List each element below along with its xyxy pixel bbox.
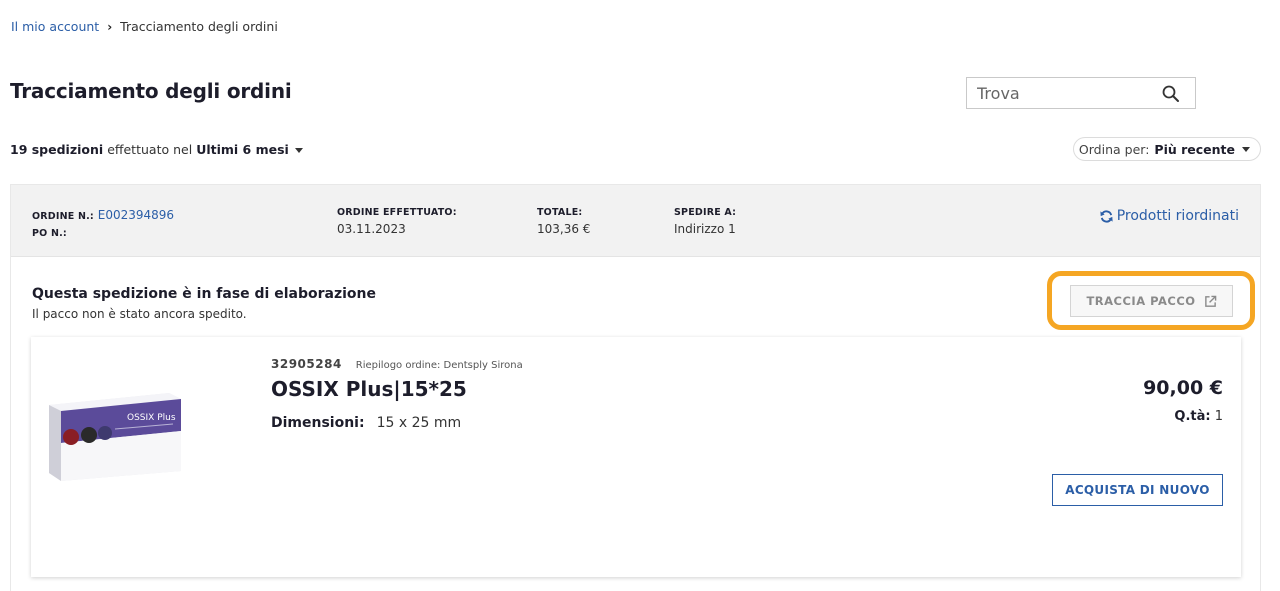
dimensions-value: 15 x 25 mm (376, 415, 462, 431)
period-filter[interactable]: Ultimi 6 mesi (196, 142, 303, 157)
item-supplier: Riepilogo ordine: Dentsply Sirona (355, 360, 523, 371)
caret-down-icon (294, 148, 303, 153)
buy-again-button[interactable]: ACQUISTA DI NUOVO (1052, 474, 1223, 506)
sort-dropdown[interactable]: Ordina per: Più recente (1072, 137, 1261, 161)
shipment-status: Questa spedizione è in fase di elaborazi… (32, 286, 376, 321)
order-header: ORDINE N.: E002394896 PO N.: ORDINE EFFE… (11, 185, 1260, 257)
order-item-card: OSSIX Plus 32905284 Riepilogo ordine: De… (31, 337, 1241, 577)
ship-to-value: Indirizzo 1 (674, 222, 736, 236)
shipment-status-subtitle: Il pacco non è stato ancora spedito. (32, 307, 247, 321)
period-filter-value: Ultimi 6 mesi (196, 142, 289, 157)
order-date-label: ORDINE EFFETTUATO: (337, 207, 457, 218)
orders-summary: 19 spedizioni effettuato nel Ultimi 6 me… (10, 142, 303, 157)
item-meta: 32905284 Riepilogo ordine: Dentsply Siro… (271, 357, 523, 371)
order-number-label: ORDINE N.: (32, 211, 94, 222)
order-total-value: 103,36 € (537, 222, 591, 236)
sort-value: Più recente (1154, 141, 1235, 157)
order-total-column: TOTALE: 103,36 € (537, 207, 590, 236)
caret-down-icon (1242, 146, 1250, 152)
order-number-column: ORDINE N.: E002394896 PO N.: (32, 208, 174, 239)
search-box (966, 77, 1196, 109)
product-image[interactable]: OSSIX Plus (45, 387, 185, 483)
quantity-value: 1 (1214, 409, 1223, 424)
search-input[interactable] (977, 83, 1157, 103)
quantity-label: Q.tà: (1174, 409, 1211, 424)
shipment-status-title: Questa spedizione è in fase di elaborazi… (32, 286, 376, 302)
sort-label: Ordina per: (1078, 141, 1150, 157)
item-sku: 32905284 (271, 357, 342, 371)
ship-to-column: SPEDIRE A: Indirizzo 1 (674, 207, 736, 236)
breadcrumb-my-account-link[interactable]: Il mio account (11, 19, 99, 34)
order-date-column: ORDINE EFFETTUATO: 03.11.2023 (337, 207, 457, 236)
item-name[interactable]: OSSIX Plus|15*25 (271, 377, 523, 401)
dimensions-label: Dimensioni: (271, 415, 365, 431)
reorder-products-link[interactable]: Prodotti riordinati (1099, 208, 1239, 224)
order-number-link[interactable]: E002394896 (98, 208, 174, 222)
order-date-value: 03.11.2023 (337, 222, 406, 236)
item-dimensions: Dimensioni: 15 x 25 mm (271, 415, 523, 431)
shipments-count: 19 spedizioni (10, 142, 104, 157)
page-title: Tracciamento degli ordini (10, 79, 292, 103)
track-package-label: TRACCIA PACCO (1086, 294, 1196, 308)
po-number-label: PO N.: (32, 228, 67, 239)
reorder-label: Prodotti riordinati (1116, 208, 1239, 224)
summary-text: effettuato nel (107, 142, 193, 157)
order-card: ORDINE N.: E002394896 PO N.: ORDINE EFFE… (10, 184, 1261, 591)
ship-to-label: SPEDIRE A: (674, 207, 737, 218)
breadcrumb-current: Tracciamento degli ordini (120, 19, 278, 34)
search-icon[interactable] (1161, 84, 1181, 104)
chevron-right-icon: › (107, 19, 113, 34)
refresh-icon (1100, 209, 1113, 223)
order-total-label: TOTALE: (537, 207, 583, 218)
item-quantity: Q.tà: 1 (1174, 409, 1223, 424)
track-package-button[interactable]: TRACCIA PACCO (1070, 285, 1233, 317)
breadcrumb: Il mio account › Tracciamento degli ordi… (11, 19, 278, 34)
item-info: 32905284 Riepilogo ordine: Dentsply Siro… (271, 357, 523, 431)
item-price: 90,00 € (1143, 377, 1223, 399)
product-image-label: OSSIX Plus (127, 413, 176, 423)
external-link-icon (1204, 295, 1216, 307)
